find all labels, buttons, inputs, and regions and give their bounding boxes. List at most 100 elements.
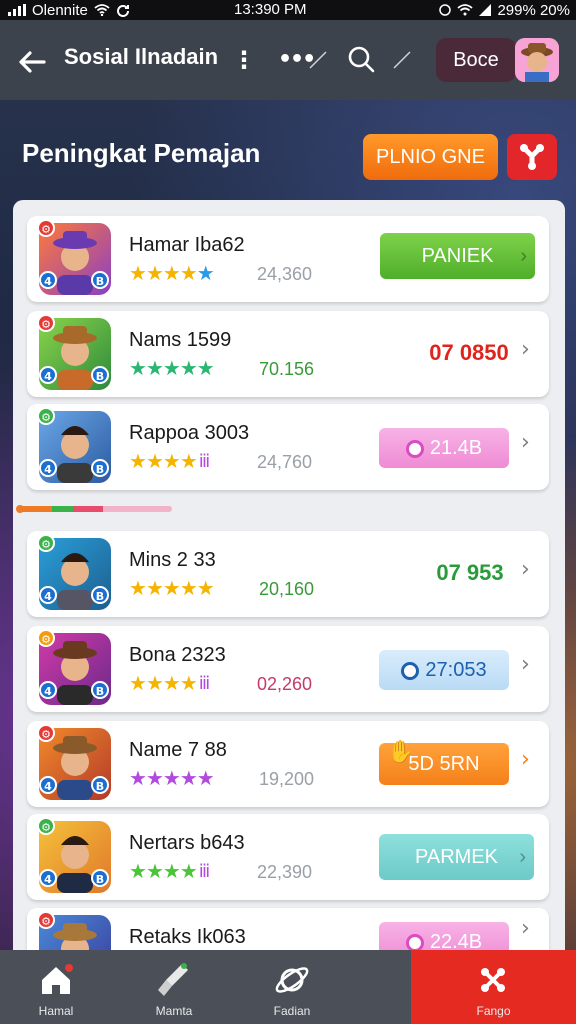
- rating-stars: ★ ★ ★ ★ ⅲ: [129, 671, 210, 695]
- player-card[interactable]: ⚙ 4B Name 7 88 ★ ★ ★ ★ ★ 19,200 ✋ 5D 5RN ›: [27, 721, 549, 807]
- coin-icon: [401, 661, 420, 680]
- home-icon: [42, 964, 73, 994]
- chevron-right-icon[interactable]: ›: [521, 337, 530, 362]
- player-action-button[interactable]: PANIEK ›: [380, 233, 535, 279]
- chevron-right-icon[interactable]: ›: [521, 652, 530, 677]
- rank-badge: ⚙: [37, 534, 55, 552]
- more-icon[interactable]: •••: [278, 42, 316, 78]
- star-icon: ★: [129, 766, 147, 790]
- player-action-button[interactable]: 27:053: [379, 650, 509, 690]
- star-icon: ★: [145, 766, 164, 790]
- player-score: 19,200: [259, 769, 315, 789]
- avatar[interactable]: [515, 38, 559, 82]
- action-label: 5D 5RN: [408, 753, 480, 775]
- nav-item-home[interactable]: Hamal: [0, 950, 112, 1024]
- tier-badge: B: [91, 459, 109, 477]
- chevron-right-icon[interactable]: ›: [521, 557, 530, 582]
- rating-stars: ★ ★ ★ ★ ★: [129, 356, 215, 380]
- player-name: Mins 2 33: [129, 549, 216, 571]
- chevron-right-icon: ›: [520, 245, 527, 267]
- player-score: 24,360: [257, 264, 313, 284]
- player-action-button[interactable]: 07 0850: [421, 335, 517, 371]
- star-icon: ★: [145, 356, 164, 380]
- coin-icon: [405, 439, 424, 458]
- rank-badge: ⚙: [37, 817, 55, 835]
- status-time: 13:390 PM: [234, 1, 307, 18]
- battery-text: 299% 20%: [497, 1, 570, 19]
- puzzle-icon: [520, 144, 544, 170]
- player-name: Nertars b643: [129, 832, 245, 854]
- star-icon: ★: [145, 261, 164, 285]
- player-name: Rappoa 3003: [129, 422, 250, 444]
- rank-badge: ⚙: [37, 219, 55, 237]
- rating-stars: ★ ★ ★ ★ ★: [129, 766, 215, 790]
- star-icon: ★: [196, 766, 215, 790]
- nav-label: Fango: [476, 1004, 511, 1018]
- player-score: 02,260: [257, 674, 313, 694]
- puzzle-button[interactable]: [507, 134, 557, 180]
- chevron-right-icon[interactable]: ›: [521, 916, 530, 941]
- app-title: Sosial Ilnadain: [64, 44, 219, 69]
- carrier-label: Olennite: [32, 1, 88, 19]
- nav-item-fadian[interactable]: Fadian: [236, 950, 348, 1024]
- primary-action-button[interactable]: PLNIO GNE: [363, 134, 498, 180]
- star-icon: ★: [179, 671, 198, 695]
- broom-icon: [158, 963, 188, 996]
- puzzle-icon: [481, 968, 505, 992]
- star-icon: ★: [162, 576, 181, 600]
- rank-badge: ⚙: [37, 407, 55, 425]
- divider-icon: [309, 51, 327, 69]
- star-icon: ★: [129, 356, 147, 380]
- level-badge: 4: [39, 776, 57, 794]
- bars-icon: ⅲ: [198, 450, 211, 472]
- cell-signal-icon: [479, 4, 492, 16]
- star-icon: ★: [129, 261, 147, 285]
- rating-stars: ★ ★ ★ ★ ⅲ: [129, 449, 211, 473]
- action-label: PANIEK: [421, 245, 494, 267]
- star-icon: ★: [145, 671, 164, 695]
- player-action-button[interactable]: 21.4B: [379, 428, 509, 468]
- signal-icon: [8, 4, 26, 16]
- nav-item-mamta[interactable]: Mamta: [118, 950, 230, 1024]
- star-icon: ★: [162, 261, 181, 285]
- rank-badge: ⚙: [37, 629, 55, 647]
- tier-badge: B: [91, 586, 109, 604]
- rank-badge: ⚙: [37, 911, 55, 929]
- progress-fill: [18, 506, 103, 512]
- search-icon[interactable]: [346, 44, 376, 74]
- bottom-nav: Hamal Mamta Fadian Fango: [0, 950, 576, 1024]
- star-icon: ★: [145, 449, 164, 473]
- rank-badge: ⚙: [37, 314, 55, 332]
- chevron-right-icon[interactable]: ›: [521, 430, 530, 455]
- hand-icon: ✋: [387, 739, 415, 764]
- level-badge: 4: [39, 681, 57, 699]
- kebab-icon[interactable]: ⋮: [232, 42, 256, 78]
- player-card[interactable]: ⚙ 4B Bona 2323 ★ ★ ★ ★ ⅲ 02,260 27:053 ›: [27, 626, 549, 712]
- player-card[interactable]: ⚙ 4B Nertars b643 ★ ★ ★ ★ ⅲ 22,390 PARMEK ›: [27, 814, 549, 900]
- status-bar: Olennite 13:390 PM 299% 20%: [0, 0, 576, 20]
- action-label: 07 0850: [429, 340, 509, 365]
- alarm-icon: [439, 4, 452, 16]
- player-action-button[interactable]: ✋ 5D 5RN: [379, 739, 509, 785]
- star-icon: ★: [179, 449, 198, 473]
- player-action-button[interactable]: 07 953: [431, 559, 509, 587]
- page-title: Peningkat Pemajan: [22, 138, 261, 168]
- star-icon: ★: [129, 671, 147, 695]
- player-card[interactable]: ⚙ 4B Hamar Iba62 ★ ★ ★ ★ ★ 24,360 PANIEK ›: [27, 216, 549, 302]
- app-bar: Sosial Ilnadain ⋮ ••• Boce: [0, 20, 576, 100]
- player-action-button[interactable]: PARMEK ›: [379, 834, 534, 880]
- player-card[interactable]: ⚙ Retaks Ik063 22.4B ›: [27, 908, 549, 987]
- player-card[interactable]: ⚙ 4B Rappoa 3003 ★ ★ ★ ★ ⅲ 24,760 21.4B ›: [27, 404, 549, 490]
- box-button[interactable]: Boce: [436, 38, 516, 82]
- star-icon: ★: [162, 356, 181, 380]
- player-score: 24,760: [257, 452, 313, 472]
- nav-item-fango[interactable]: Fango: [411, 950, 576, 1024]
- player-card[interactable]: ⚙ 4B Nams 1599 ★ ★ ★ ★ ★ 70.156 07 0850 ›: [27, 311, 549, 397]
- tier-badge: B: [91, 869, 109, 887]
- back-arrow-icon[interactable]: [16, 40, 52, 80]
- level-badge: 4: [39, 271, 57, 289]
- chevron-right-icon[interactable]: ›: [521, 747, 530, 772]
- player-card[interactable]: ⚙ 4B Mins 2 33 ★ ★ ★ ★ ★ 20,160 07 953 ›: [27, 531, 549, 617]
- level-badge: 4: [39, 869, 57, 887]
- tier-badge: B: [91, 366, 109, 384]
